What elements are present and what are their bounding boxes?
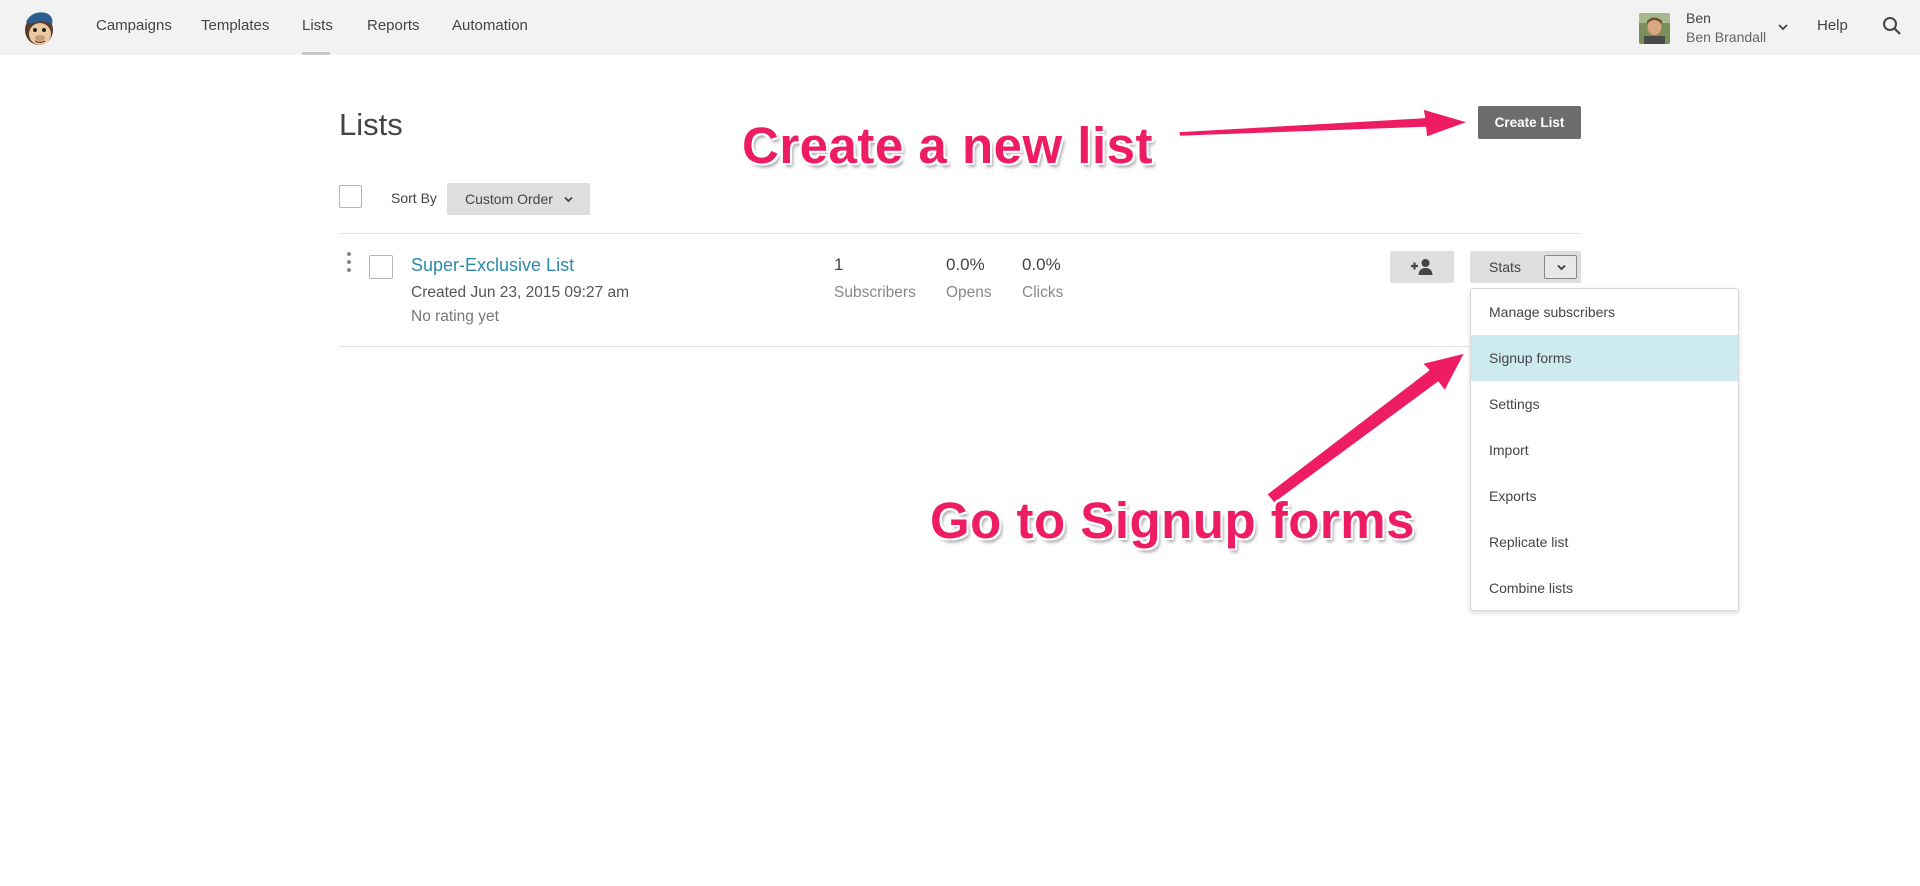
subscribers-count: 1 bbox=[834, 255, 844, 274]
divider bbox=[339, 233, 1581, 234]
drag-handle-icon[interactable] bbox=[346, 251, 352, 273]
stats-dropdown-toggle[interactable] bbox=[1540, 251, 1581, 283]
sort-by-label: Sort By bbox=[391, 190, 437, 206]
mailchimp-logo-icon[interactable] bbox=[20, 8, 58, 48]
nav-automation[interactable]: Automation bbox=[452, 17, 528, 34]
page-title: Lists bbox=[339, 107, 403, 142]
sort-dropdown[interactable]: Custom Order bbox=[447, 183, 590, 215]
nav-templates[interactable]: Templates bbox=[201, 17, 269, 34]
menu-item-label: Combine lists bbox=[1489, 580, 1574, 596]
clicks-rate: 0.0% bbox=[1022, 255, 1061, 274]
list-created-date: Created Jun 23, 2015 09:27 am bbox=[411, 284, 630, 301]
chevron-down-icon[interactable] bbox=[1777, 20, 1789, 32]
nav-lists[interactable]: Lists bbox=[302, 17, 333, 34]
menu-item-import[interactable]: Import bbox=[1471, 427, 1738, 473]
list-rating: No rating yet bbox=[411, 308, 499, 325]
menu-item-exports[interactable]: Exports bbox=[1471, 473, 1738, 519]
clicks-label: Clicks bbox=[1022, 284, 1064, 301]
menu-item-settings[interactable]: Settings bbox=[1471, 381, 1738, 427]
chevron-down-icon bbox=[564, 196, 573, 203]
stats-button[interactable]: Stats bbox=[1470, 251, 1540, 283]
menu-item-label: Replicate list bbox=[1489, 534, 1569, 550]
search-icon[interactable] bbox=[1882, 16, 1902, 36]
stats-dropdown-toggle-focus bbox=[1544, 255, 1577, 279]
annotation-create-list: Create a new list bbox=[742, 117, 1153, 174]
add-user-icon bbox=[1411, 259, 1433, 275]
menu-item-label: Import bbox=[1489, 442, 1529, 458]
menu-item-label: Manage subscribers bbox=[1489, 304, 1616, 320]
list-name-link[interactable]: Super-Exclusive List bbox=[411, 255, 574, 276]
avatar[interactable] bbox=[1639, 13, 1670, 44]
menu-item-label: Exports bbox=[1489, 488, 1537, 504]
top-nav: Campaigns Templates Lists Reports Automa… bbox=[0, 0, 1920, 55]
user-first-name[interactable]: Ben bbox=[1686, 10, 1711, 26]
nav-active-indicator bbox=[302, 52, 330, 55]
menu-item-label: Signup forms bbox=[1489, 350, 1572, 366]
menu-item-combine-lists[interactable]: Combine lists bbox=[1471, 565, 1738, 611]
select-all-checkbox[interactable] bbox=[339, 185, 362, 208]
opens-label: Opens bbox=[946, 284, 992, 301]
annotation-signup-forms: Go to Signup forms bbox=[930, 492, 1415, 549]
add-subscriber-button[interactable] bbox=[1390, 251, 1454, 283]
chevron-down-icon bbox=[1557, 264, 1566, 271]
menu-item-replicate-list[interactable]: Replicate list bbox=[1471, 519, 1738, 565]
nav-reports[interactable]: Reports bbox=[367, 17, 420, 34]
opens-rate: 0.0% bbox=[946, 255, 985, 274]
menu-item-signup-forms[interactable]: Signup forms bbox=[1471, 335, 1738, 381]
list-actions-menu: Manage subscribers Signup forms Settings… bbox=[1470, 288, 1739, 611]
subscribers-label: Subscribers bbox=[834, 284, 916, 301]
user-full-name[interactable]: Ben Brandall bbox=[1686, 29, 1766, 45]
arrow-to-create-list-icon bbox=[1176, 106, 1472, 140]
divider bbox=[339, 346, 1581, 347]
menu-item-manage-subscribers[interactable]: Manage subscribers bbox=[1471, 289, 1738, 335]
sort-dropdown-value: Custom Order bbox=[465, 191, 553, 207]
nav-campaigns[interactable]: Campaigns bbox=[96, 17, 172, 34]
arrow-to-signup-forms-icon bbox=[1264, 350, 1468, 506]
create-list-button[interactable]: Create List bbox=[1478, 106, 1581, 139]
menu-item-label: Settings bbox=[1489, 396, 1540, 412]
list-row-checkbox[interactable] bbox=[369, 255, 393, 279]
help-link[interactable]: Help bbox=[1817, 17, 1848, 34]
